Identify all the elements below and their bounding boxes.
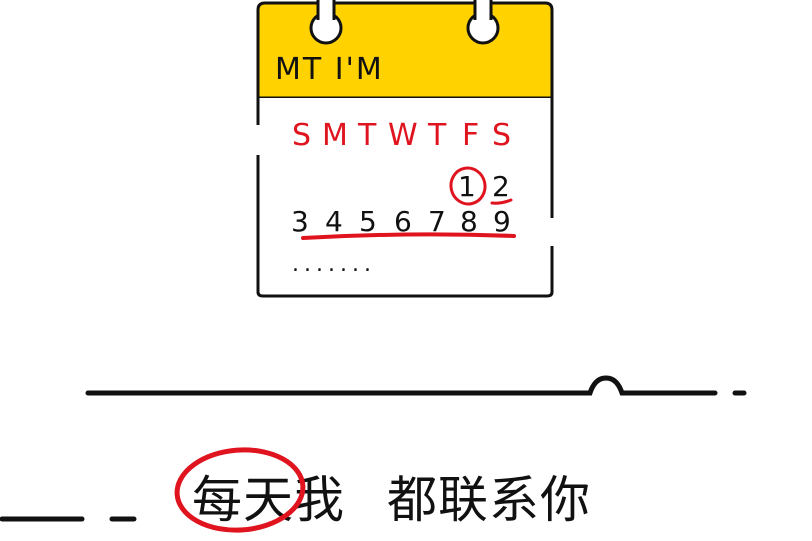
week-underline-mark xyxy=(301,232,516,240)
slogan-circle-mark xyxy=(174,447,306,533)
day-circle-mark xyxy=(449,166,487,206)
divider-line xyxy=(85,375,718,396)
decoration-layer xyxy=(0,166,747,533)
day-underline-mark xyxy=(490,198,513,205)
